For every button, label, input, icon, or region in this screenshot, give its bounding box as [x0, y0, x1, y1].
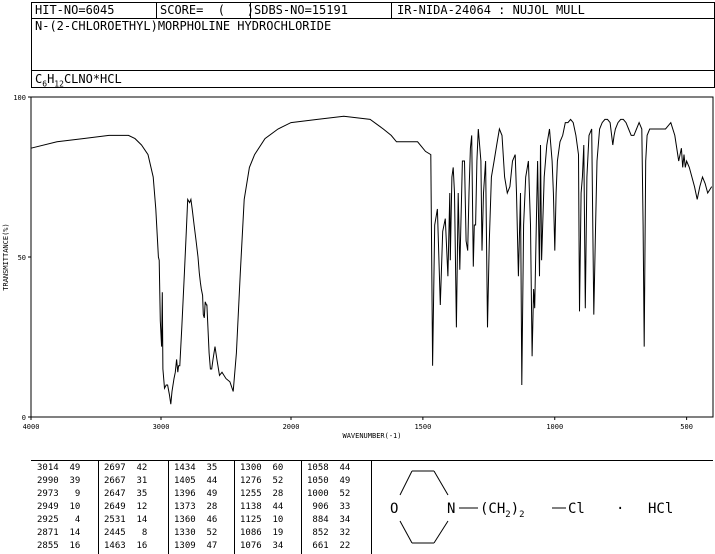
peak-row: 1330 52 — [174, 528, 218, 538]
peak-row: 2855 16 — [37, 541, 81, 551]
peak-row: 1255 28 — [240, 489, 284, 499]
peak-column: 1434 35 1405 44 1396 49 1373 28 1360 46 1330 … — [168, 461, 235, 554]
peak-row: 2949 10 — [37, 502, 81, 512]
peak-row: 1396 49 — [174, 489, 218, 499]
peak-row: 2925 4 — [37, 515, 81, 525]
peak-row: 1360 46 — [174, 515, 218, 525]
x-tick-label: 1000 — [546, 423, 563, 431]
chain-label: (CH2)2 — [480, 501, 525, 520]
formula-box: C6H12CLNO*HCL — [31, 70, 715, 88]
peak-column: 1300 60 1276 52 1255 28 1138 44 1125 10 1086 … — [234, 461, 302, 554]
y-tick-label: 0 — [22, 414, 26, 422]
y-tick-label: 100 — [13, 94, 26, 102]
peak-row: 2871 14 — [37, 528, 81, 538]
peak-column: 2697 42 2667 31 2647 35 2649 12 2531 14 2445 … — [98, 461, 169, 554]
peak-row: 2647 35 — [104, 489, 148, 499]
peak-row: 2445 8 — [104, 528, 148, 538]
x-tick-label: 4000 — [23, 423, 40, 431]
x-axis-label: WAVENUMBER(-1) — [342, 432, 401, 440]
peak-row: 661 22 — [307, 541, 351, 551]
peak-row: 1434 35 — [174, 463, 218, 473]
score: SCORE= ( ) — [160, 3, 254, 17]
y-tick-label: 50 — [18, 254, 26, 262]
peak-row: 884 34 — [307, 515, 351, 525]
x-tick-label: 3000 — [153, 423, 170, 431]
spectrum-line — [30, 115, 713, 405]
x-tick-label: 500 — [680, 423, 693, 431]
header-divider — [391, 3, 392, 18]
peak-row: 2667 31 — [104, 476, 148, 486]
peak-row: 2973 9 — [37, 489, 81, 499]
peak-column: 3014 49 2990 39 2973 9 2949 10 2925 4 2871 14… — [31, 461, 99, 554]
chemical-structure: O N (CH2)2 Cl · HCl — [390, 470, 673, 544]
peak-row: 1309 47 — [174, 541, 218, 551]
peak-row: 1405 44 — [174, 476, 218, 486]
peak-row: 1076 34 — [240, 541, 284, 551]
molecular-formula: C6H12CLNO*HCL — [35, 72, 122, 89]
peak-row: 2697 42 — [104, 463, 148, 473]
peak-row: 1086 19 — [240, 528, 284, 538]
peak-row: 2531 14 — [104, 515, 148, 525]
x-tick-label: 2000 — [283, 423, 300, 431]
peak-row: 1138 44 — [240, 502, 284, 512]
peak-row: 852 32 — [307, 528, 351, 538]
hcl-label: HCl — [648, 501, 673, 517]
peak-column: 1058 44 1050 49 1000 52 906 33 884 34 852 … — [301, 461, 372, 554]
peak-row: 906 33 — [307, 502, 351, 512]
ir-info: IR-NIDA-24064 : NUJOL MULL — [397, 3, 585, 17]
chlorine-atom: Cl — [568, 501, 585, 517]
plot-frame — [30, 96, 714, 418]
peak-row: 1300 60 — [240, 463, 284, 473]
peak-row: 1000 52 — [307, 489, 351, 499]
salt-dot: · — [616, 501, 624, 517]
nitrogen-atom: N — [447, 501, 455, 517]
ir-spectrum-chart: 0 50 100 4000 3000 2000 1500 1000 500 WAVENUMBE… — [2, 94, 714, 440]
peak-row: 2990 39 — [37, 476, 81, 486]
peak-row: 1373 28 — [174, 502, 218, 512]
oxygen-atom: O — [390, 501, 398, 517]
peak-row: 1276 52 — [240, 476, 284, 486]
peak-row: 3014 49 — [37, 463, 81, 473]
hit-number: HIT-NO=6045 — [35, 3, 115, 17]
peak-row: 1050 49 — [307, 476, 351, 486]
peak-row: 1125 10 — [240, 515, 284, 525]
peak-row: 1463 16 — [104, 541, 148, 551]
compound-name: N-(2-CHLOROETHYL)MORPHOLINE HYDROCHLORID… — [35, 19, 332, 33]
sdbs-number: SDBS-NO=15191 — [254, 3, 348, 17]
y-axis-label: TRANSMITTANCE(%) — [2, 223, 10, 290]
compound-name-box: N-(2-CHLOROETHYL)MORPHOLINE HYDROCHLORID… — [31, 17, 715, 71]
peak-row: 1058 44 — [307, 463, 351, 473]
x-tick-label: 1500 — [414, 423, 431, 431]
peak-row: 2649 12 — [104, 502, 148, 512]
